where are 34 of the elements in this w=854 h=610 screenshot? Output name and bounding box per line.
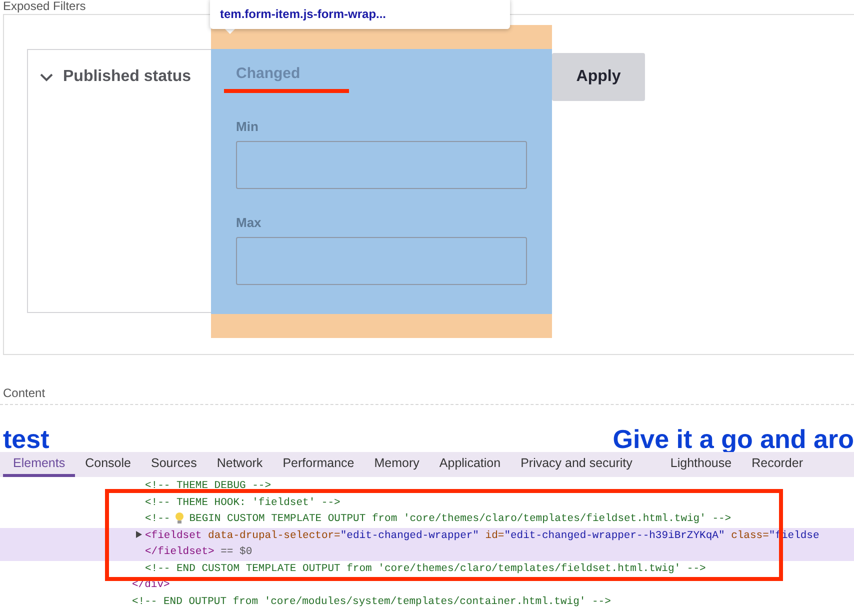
devtools-tab[interactable]: Privacy and security — [510, 452, 642, 477]
published-status-toggle[interactable]: Published status — [40, 68, 192, 86]
devtools-tab[interactable]: Sources — [140, 452, 207, 477]
code-tag: </fieldset> — [145, 546, 214, 558]
devtools-tab[interactable]: Performance — [272, 452, 364, 477]
page-heading: Give it a go and aro — [612, 427, 854, 452]
code-value: "edit-changed-wrapper" — [340, 530, 479, 542]
devtools-tab[interactable]: Console — [75, 452, 141, 477]
field-label: Max — [236, 215, 262, 230]
section-label: Exposed Filters — [2, 0, 87, 13]
devtools-tab[interactable]: Elements — [3, 452, 76, 477]
section-label: Content — [0, 386, 854, 406]
devtools-tab[interactable]: Recorder — [742, 452, 814, 477]
field-label: Min — [236, 119, 260, 134]
code-attribute: id= — [485, 530, 504, 542]
code-comment: <!-- THEME DEBUG --> — [145, 480, 272, 492]
apply-button[interactable]: Apply — [552, 53, 645, 101]
code-marker: == $0 — [220, 546, 252, 558]
code-comment: BEGIN CUSTOM TEMPLATE OUTPUT from 'core/themes/claro/templates/fieldset.html.twig' --> — [189, 513, 732, 525]
element-tooltip: tem.form-item.js-form-wrap... — [210, 0, 510, 29]
code-attribute: data-drupal-selector= — [208, 530, 340, 542]
devtools-tab[interactable]: Application — [429, 452, 511, 477]
code-comment: <!-- THEME HOOK: 'fieldset' --> — [145, 496, 340, 508]
devtools-tab[interactable]: Lighthouse — [660, 452, 742, 477]
page-heading: test — [3, 427, 50, 452]
devtools-tab[interactable]: Network — [206, 452, 273, 477]
code-comment: <!-- END OUTPUT from 'core/modules/system/templates/container.html.twig' --> — [132, 596, 611, 608]
fieldset-legend: Changed — [236, 65, 300, 82]
code-comment: <!-- — [145, 513, 170, 525]
code-comment: <!-- END CUSTOM TEMPLATE OUTPUT from 'core/themes/claro/templates/fieldset.html.twig' --> — [145, 562, 706, 574]
devtools-tab[interactable]: Memory — [364, 452, 430, 477]
code-tag: <fieldset — [145, 530, 202, 542]
code-attribute: class= — [731, 530, 769, 542]
code-value: "edit-changed-wrapper--h39iBrZYKqA" — [504, 530, 725, 542]
